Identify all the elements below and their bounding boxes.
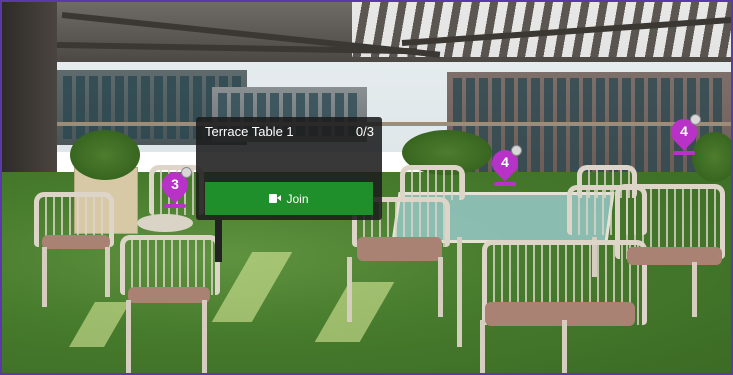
marker-count: 3 — [171, 176, 179, 192]
marker-count: 4 — [680, 123, 688, 139]
marker-count: 4 — [501, 154, 509, 170]
room-occupancy: 0/3 — [355, 124, 374, 139]
chair-cushion — [485, 302, 635, 326]
marker-status-dot — [690, 114, 701, 125]
marker-status-dot — [181, 167, 192, 178]
room-title: Terrace Table 1 — [205, 124, 294, 139]
plant — [70, 130, 140, 180]
join-button[interactable]: Join — [205, 182, 373, 215]
chair — [120, 235, 220, 295]
chair-leg — [692, 262, 697, 317]
chair — [400, 165, 465, 200]
video-camera-icon — [269, 194, 282, 203]
chair-leg — [347, 257, 352, 322]
marker-base — [164, 204, 186, 208]
terrace-panorama[interactable]: 3 4 4 Terrace Table 1 0/3 Join — [2, 2, 731, 373]
room-marker[interactable]: 3 — [156, 166, 194, 208]
chair-leg — [202, 300, 207, 373]
chair-leg — [42, 247, 47, 307]
plant — [692, 132, 731, 182]
glass-railing — [57, 122, 731, 126]
chair-cushion — [627, 247, 722, 265]
table-leg — [457, 237, 462, 347]
chair-cushion — [357, 237, 442, 261]
chair-cushion — [42, 235, 110, 249]
side-table — [137, 214, 193, 232]
join-button-label: Join — [286, 191, 309, 206]
chair-leg — [562, 320, 567, 373]
chair-cushion — [128, 287, 210, 303]
marker-status-dot — [511, 145, 522, 156]
chair-leg — [126, 300, 131, 373]
room-marker[interactable]: 4 — [665, 113, 703, 155]
marker-base — [673, 151, 695, 155]
room-popup: Terrace Table 1 0/3 Join — [196, 117, 382, 220]
room-marker[interactable]: 4 — [486, 144, 524, 186]
virtual-tour-viewport[interactable]: 3 4 4 Terrace Table 1 0/3 Join — [0, 0, 733, 375]
chair-leg — [105, 247, 110, 297]
chair-leg — [438, 257, 443, 317]
marker-base — [494, 182, 516, 186]
chair-leg — [480, 320, 485, 373]
popup-stem — [215, 220, 222, 262]
